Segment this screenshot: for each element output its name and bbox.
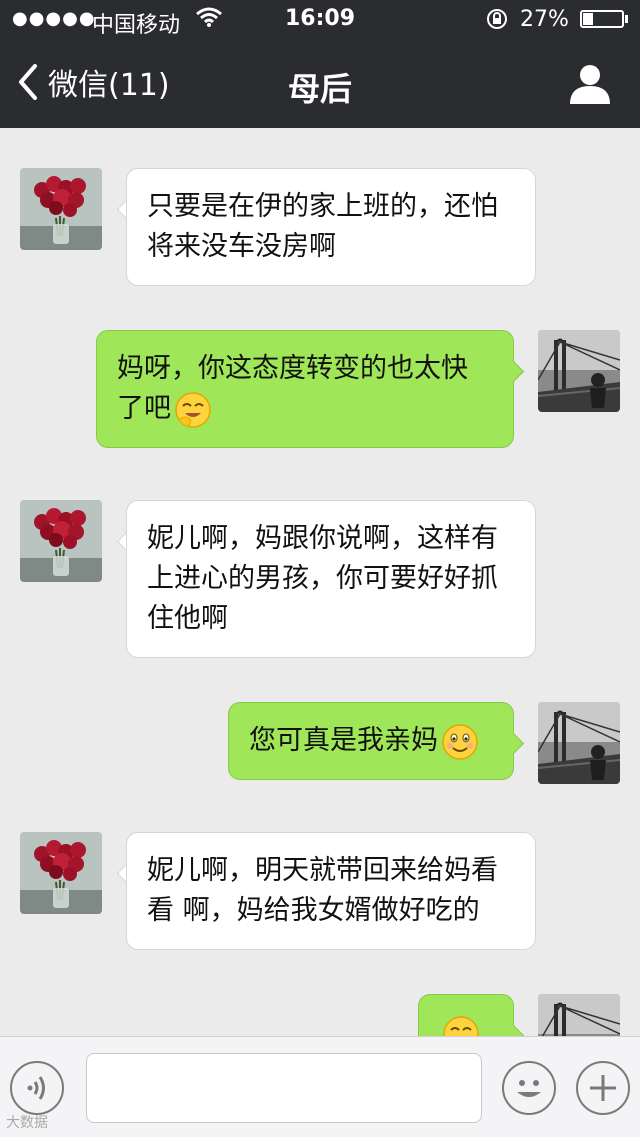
my-avatar[interactable] [538, 702, 620, 784]
battery-tip [625, 15, 628, 23]
message-bubble-outgoing[interactable] [418, 994, 514, 1036]
profile-button[interactable] [568, 62, 612, 106]
navigation-bar: 微信(11) 母后 [0, 40, 640, 128]
contact-avatar[interactable] [20, 500, 102, 582]
message-input[interactable] [86, 1053, 482, 1123]
input-bar [0, 1036, 640, 1137]
message-bubble-outgoing[interactable]: 妈呀，你这态度转变的也太快了吧 [96, 330, 514, 448]
person-icon [570, 65, 610, 104]
voice-icon [27, 1076, 45, 1100]
grin-hand-emoji-icon [443, 1015, 479, 1036]
battery-icon [580, 10, 624, 28]
battery-fill [583, 13, 593, 25]
plus-icon [590, 1075, 616, 1101]
smile-emoji-icon [442, 723, 478, 760]
more-button[interactable] [576, 1061, 630, 1115]
contact-avatar[interactable] [20, 168, 102, 250]
battery-percent: 27% [520, 7, 569, 32]
message-text: 妈呀，你这态度转变的也太快了吧 [117, 353, 468, 424]
emoji-icon [517, 1080, 541, 1097]
status-bar: ●●●●● 中国移动 16:09 27% [0, 0, 640, 40]
emoji-button[interactable] [502, 1061, 556, 1115]
voice-button[interactable] [10, 1061, 64, 1115]
message-bubble-incoming[interactable]: 只要是在伊的家上班的，还怕将来没车没房啊 [126, 168, 536, 286]
back-label: 微信(11) [48, 68, 170, 103]
chevron-left-icon [19, 64, 37, 100]
watermark: 大数据 [6, 1115, 48, 1131]
message-text: 妮儿啊，明天就带回来给妈看看 啊，妈给我女婿做好吃的 [147, 855, 498, 926]
contact-avatar[interactable] [20, 832, 102, 914]
back-button[interactable]: 微信(11) [18, 60, 170, 104]
message-text: 您可真是我亲妈 [249, 725, 438, 756]
message-text: 只要是在伊的家上班的，还怕将来没车没房啊 [147, 191, 498, 262]
message-bubble-incoming[interactable]: 妮儿啊，妈跟你说啊，这样有上进心的男孩，你可要好好抓住他啊 [126, 500, 536, 658]
my-avatar[interactable] [538, 330, 620, 412]
chat-area[interactable]: 只要是在伊的家上班的，还怕将来没车没房啊 妈呀，你这态度转变的也太快了吧 妮儿啊… [0, 128, 640, 1036]
message-bubble-outgoing[interactable]: 您可真是我亲妈 [228, 702, 514, 780]
message-text: 妮儿啊，妈跟你说啊，这样有上进心的男孩，你可要好好抓住他啊 [147, 523, 498, 634]
grin-hand-emoji-icon [175, 391, 211, 428]
my-avatar[interactable] [538, 994, 620, 1036]
rotation-lock-icon [486, 8, 508, 30]
message-bubble-incoming[interactable]: 妮儿啊，明天就带回来给妈看看 啊，妈给我女婿做好吃的 [126, 832, 536, 950]
top-bar: ●●●●● 中国移动 16:09 27% 微信(11) 母后 [0, 0, 640, 128]
